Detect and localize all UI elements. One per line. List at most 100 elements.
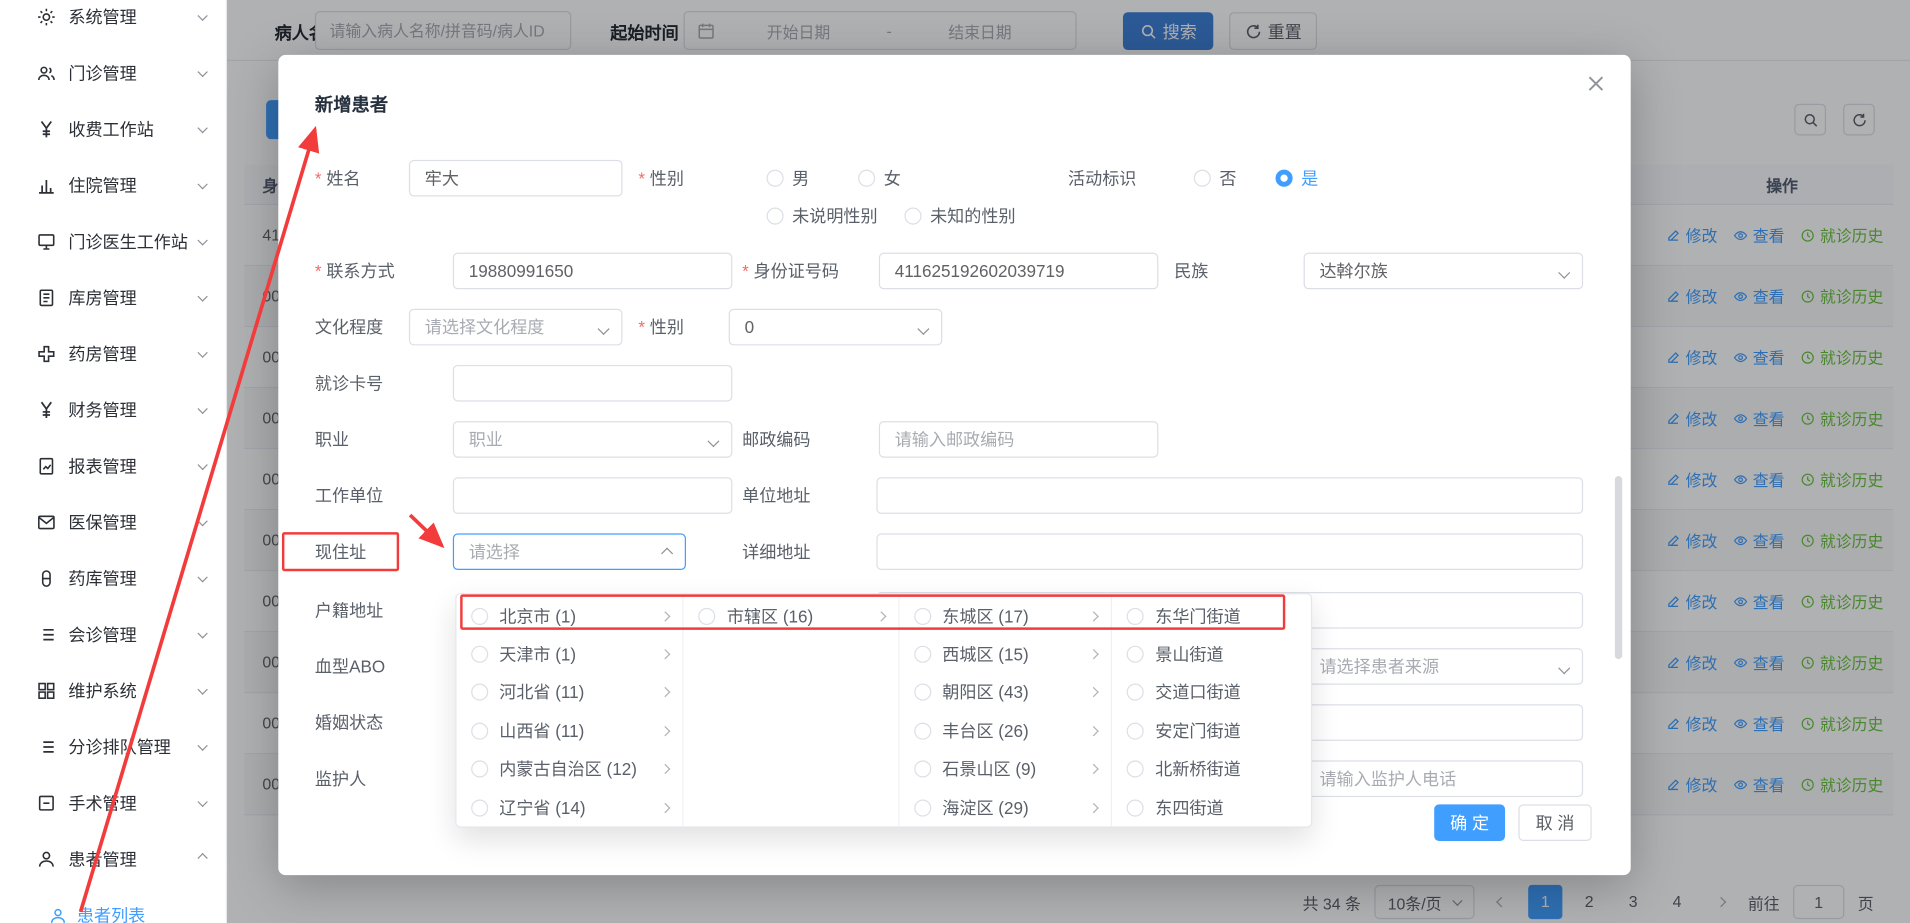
cascader-option[interactable]: 交道口街道	[1113, 674, 1311, 712]
radio-icon	[1127, 607, 1144, 624]
sidebar-item[interactable]: 门诊医生工作站	[0, 214, 226, 270]
radio-icon	[858, 170, 875, 187]
sidebar-item[interactable]: 药库管理	[0, 550, 226, 606]
occupation-label: 职业	[315, 421, 349, 458]
chevron-down-icon	[197, 684, 207, 694]
cascader-option[interactable]: 北新桥街道	[1113, 750, 1311, 788]
modal-title: 新增患者	[315, 92, 388, 118]
sidebar-item[interactable]: 财务管理	[0, 382, 226, 438]
yen-icon	[37, 120, 57, 140]
radio-icon	[471, 646, 488, 663]
cancel-button[interactable]: 取 消	[1518, 804, 1591, 841]
gender-radio-female[interactable]: 女	[858, 160, 901, 197]
person-icon	[49, 906, 67, 923]
active-radio-no[interactable]: 否	[1194, 160, 1237, 197]
blood-type-label: 血型ABO	[315, 648, 385, 685]
radio-icon	[914, 722, 931, 739]
chevron-right-icon	[1089, 611, 1099, 621]
chevron-right-icon	[1089, 764, 1099, 774]
work-unit-label: 工作单位	[315, 477, 383, 514]
sidebar-item[interactable]: 系统管理	[0, 0, 226, 45]
report-icon	[37, 457, 57, 477]
chevron-down-icon	[197, 348, 207, 358]
chevron-right-icon	[661, 802, 671, 812]
list-icon	[37, 625, 57, 645]
visit-card-input[interactable]	[453, 365, 733, 402]
education-label: 文化程度	[315, 309, 383, 346]
cascader-option[interactable]: 市辖区 (16)	[684, 597, 898, 635]
radio-icon	[471, 684, 488, 701]
cascader-option[interactable]: 东城区 (17)	[900, 597, 1112, 635]
sidebar-item[interactable]: 患者管理	[0, 831, 226, 887]
occupation-select[interactable]: 职业	[453, 421, 733, 458]
radio-icon	[767, 208, 784, 225]
guardian-phone-input[interactable]	[1304, 760, 1584, 797]
gender-code-label: 性别	[638, 309, 684, 346]
sidebar-subitem-patient-list[interactable]: 患者列表	[0, 887, 226, 923]
radio-icon	[1127, 722, 1144, 739]
work-address-input[interactable]	[876, 477, 1583, 514]
current-address-select[interactable]: 请选择	[453, 533, 686, 570]
radio-icon	[1127, 799, 1144, 816]
sidebar-item[interactable]: 门诊管理	[0, 45, 226, 101]
detail-address-input[interactable]	[876, 533, 1583, 570]
name-label: 姓名	[315, 160, 361, 197]
sidebar-menu: 系统管理门诊管理收费工作站住院管理门诊医生工作站库房管理药房管理财务管理报表管理…	[0, 0, 226, 923]
confirm-button[interactable]: 确 定	[1434, 804, 1505, 841]
cascader-option[interactable]: 北京市 (1)	[457, 597, 683, 635]
cascader-option[interactable]: 丰台区 (26)	[900, 712, 1112, 750]
sidebar-item[interactable]: 收费工作站	[0, 101, 226, 157]
gender-radio-unstated[interactable]: 未说明性别	[767, 198, 878, 235]
cascader-option[interactable]: 景山街道	[1113, 635, 1311, 673]
cascader-option[interactable]: 安定门街道	[1113, 712, 1311, 750]
sidebar-item[interactable]: 手术管理	[0, 775, 226, 831]
close-icon[interactable]	[1586, 73, 1607, 94]
square-icon	[37, 793, 57, 813]
sidebar-item[interactable]: 会诊管理	[0, 607, 226, 663]
active-flag-label: 活动标识	[1068, 160, 1136, 197]
cascader-option[interactable]: 天津市 (1)	[457, 635, 683, 673]
contact-input[interactable]	[453, 253, 733, 290]
marital-status-label: 婚姻状态	[315, 704, 383, 741]
cascader-option[interactable]: 辽宁省 (14)	[457, 788, 683, 826]
postal-code-input[interactable]	[879, 421, 1159, 458]
ethnicity-select[interactable]: 达斡尔族	[1304, 253, 1584, 290]
cascader-option[interactable]: 东四街道	[1113, 788, 1311, 826]
gender-code-select[interactable]: 0	[729, 309, 943, 346]
contact-label: 联系方式	[315, 253, 395, 290]
cascader-option[interactable]: 海淀区 (29)	[900, 788, 1112, 826]
chevron-down-icon	[1558, 267, 1570, 279]
cascader-option[interactable]: 东华门街道	[1113, 597, 1311, 635]
cascader-option[interactable]: 内蒙古自治区 (12)	[457, 750, 683, 788]
cascader-option[interactable]: 西城区 (15)	[900, 635, 1112, 673]
chevron-down-icon	[197, 235, 207, 245]
chevron-down-icon	[197, 67, 207, 77]
modal-scrollbar[interactable]	[1615, 476, 1622, 659]
sidebar-item[interactable]: 维护系统	[0, 663, 226, 719]
name-input[interactable]	[409, 160, 623, 197]
sidebar-item[interactable]: 住院管理	[0, 157, 226, 213]
sidebar-item[interactable]: 报表管理	[0, 438, 226, 494]
cascader-option[interactable]: 山西省 (11)	[457, 712, 683, 750]
cascader-option[interactable]: 石景山区 (9)	[900, 750, 1112, 788]
sidebar-item[interactable]: 库房管理	[0, 270, 226, 326]
cascader-option[interactable]: 朝阳区 (43)	[900, 674, 1112, 712]
chevron-down-icon	[917, 323, 929, 335]
sidebar-item[interactable]: 分诊排队管理	[0, 719, 226, 775]
gender-label: 性别	[638, 160, 684, 197]
work-unit-input[interactable]	[453, 477, 733, 514]
education-select[interactable]: 请选择文化程度	[409, 309, 623, 346]
chevron-down-icon	[197, 628, 207, 638]
active-radio-yes[interactable]: 是	[1276, 160, 1319, 197]
chevron-down-icon	[197, 11, 207, 21]
sidebar-item[interactable]: 药房管理	[0, 326, 226, 382]
radio-icon	[914, 799, 931, 816]
sidebar-item[interactable]: 医保管理	[0, 494, 226, 550]
id-number-input[interactable]	[879, 253, 1159, 290]
gender-radio-unknown[interactable]: 未知的性别	[904, 198, 1015, 235]
chevron-right-icon	[1089, 687, 1099, 697]
patient-source-select[interactable]: 请选择患者来源	[1304, 648, 1584, 685]
cascader-option[interactable]: 河北省 (11)	[457, 674, 683, 712]
radio-icon	[914, 646, 931, 663]
gender-radio-male[interactable]: 男	[767, 160, 810, 197]
